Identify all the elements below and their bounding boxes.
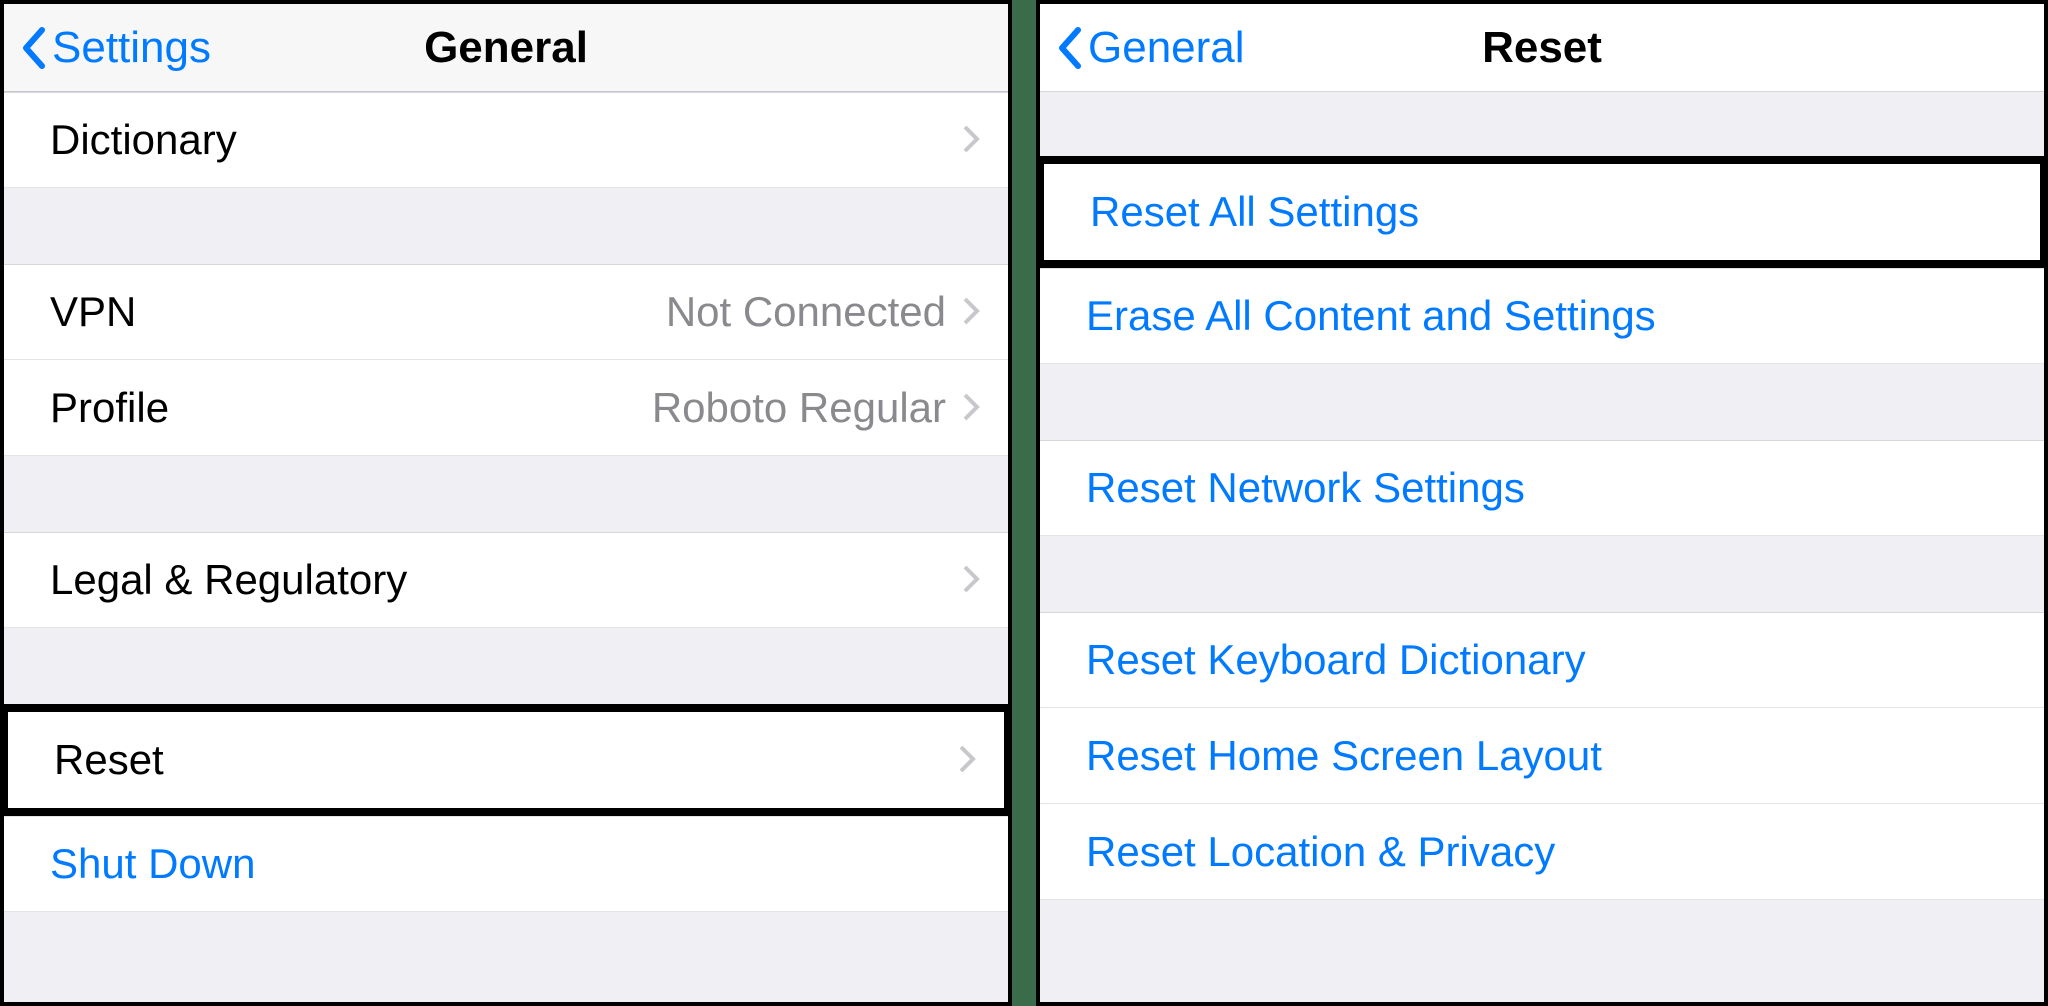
row-shut-down[interactable]: Shut Down — [4, 816, 1008, 912]
chevron-right-icon — [962, 556, 980, 604]
navbar-reset: General Reset — [1040, 4, 2044, 92]
row-legal-regulatory[interactable]: Legal & Regulatory — [4, 532, 1008, 628]
row-label: Reset Keyboard Dictionary — [1086, 636, 1586, 684]
row-label: Reset — [54, 736, 164, 784]
row-dictionary[interactable]: Dictionary — [4, 92, 1008, 188]
row-erase-all-content[interactable]: Erase All Content and Settings — [1040, 268, 2044, 364]
row-label: Reset Network Settings — [1086, 464, 1525, 512]
section-spacer — [1040, 536, 2044, 612]
general-settings-panel: Settings General Dictionary VPN Not Conn… — [0, 0, 1012, 1006]
back-label: General — [1088, 23, 1245, 73]
section-spacer — [4, 628, 1008, 704]
row-label: Profile — [50, 384, 169, 432]
row-profile[interactable]: Profile Roboto Regular — [4, 360, 1008, 456]
reset-settings-panel: General Reset Reset All Settings Erase A… — [1036, 0, 2048, 1006]
chevron-left-icon — [1056, 26, 1082, 70]
row-label: Legal & Regulatory — [50, 556, 407, 604]
row-label: VPN — [50, 288, 136, 336]
page-title: Reset — [1482, 23, 1602, 73]
navbar-general: Settings General — [4, 4, 1008, 92]
row-reset[interactable]: Reset — [8, 712, 1004, 808]
row-reset-all-settings[interactable]: Reset All Settings — [1044, 164, 2040, 260]
row-label: Dictionary — [50, 116, 237, 164]
section-spacer — [1040, 92, 2044, 156]
row-detail: Roboto Regular — [169, 384, 962, 432]
row-vpn[interactable]: VPN Not Connected — [4, 264, 1008, 360]
back-button-settings[interactable]: Settings — [20, 23, 211, 73]
row-label: Erase All Content and Settings — [1086, 292, 1656, 340]
row-label: Reset All Settings — [1090, 188, 1419, 236]
chevron-left-icon — [20, 26, 46, 70]
chevron-right-icon — [962, 384, 980, 432]
highlight-reset-all: Reset All Settings — [1040, 156, 2044, 268]
chevron-right-icon — [962, 116, 980, 164]
back-label: Settings — [52, 23, 211, 73]
row-label: Reset Home Screen Layout — [1086, 732, 1602, 780]
row-reset-keyboard[interactable]: Reset Keyboard Dictionary — [1040, 612, 2044, 708]
row-reset-network[interactable]: Reset Network Settings — [1040, 440, 2044, 536]
back-button-general[interactable]: General — [1056, 23, 1245, 73]
chevron-right-icon — [962, 288, 980, 336]
chevron-right-icon — [958, 736, 976, 784]
section-spacer — [4, 456, 1008, 532]
highlight-reset: Reset — [4, 704, 1008, 816]
row-label: Shut Down — [50, 840, 255, 888]
page-title: General — [424, 23, 588, 73]
row-reset-location-privacy[interactable]: Reset Location & Privacy — [1040, 804, 2044, 900]
row-label: Reset Location & Privacy — [1086, 828, 1555, 876]
row-reset-home-screen[interactable]: Reset Home Screen Layout — [1040, 708, 2044, 804]
row-detail: Not Connected — [136, 288, 962, 336]
reset-scroll: Reset All Settings Erase All Content and… — [1040, 92, 2044, 1002]
section-spacer — [4, 188, 1008, 264]
section-spacer — [1040, 364, 2044, 440]
general-scroll: Dictionary VPN Not Connected Profile Rob… — [4, 92, 1008, 1002]
